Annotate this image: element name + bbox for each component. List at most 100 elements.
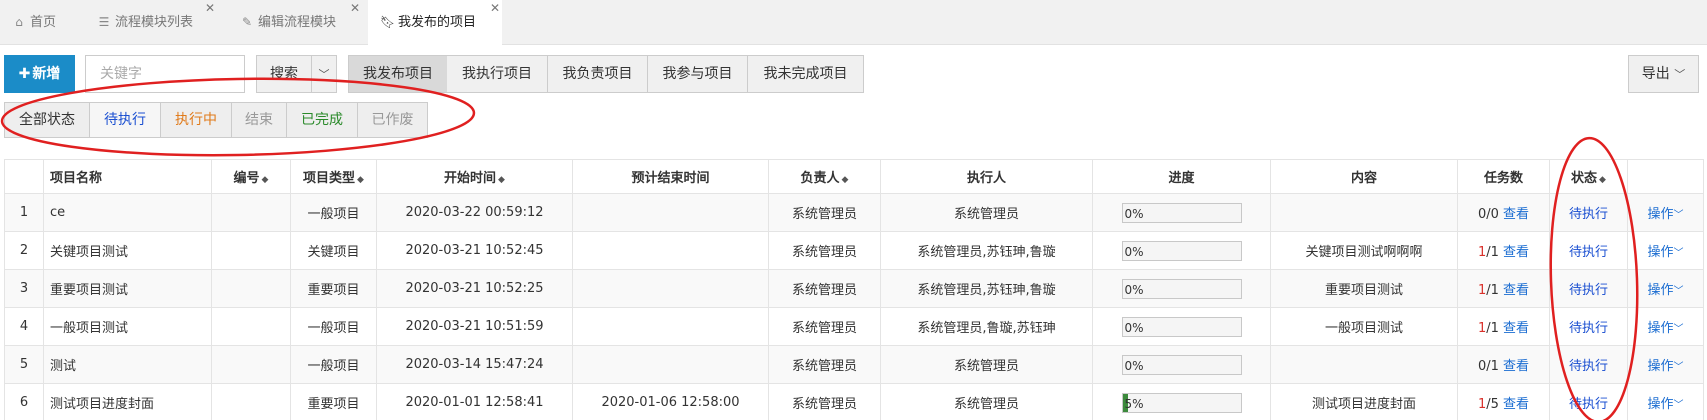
tab-home[interactable]: ⌂ 首页 xyxy=(0,0,85,45)
view-link[interactable]: 查看 xyxy=(1503,359,1529,374)
view-link[interactable]: 查看 xyxy=(1503,321,1529,336)
progress-text: 0% xyxy=(1124,358,1144,373)
actions-dropdown[interactable]: 操作﹀ xyxy=(1647,245,1683,260)
column-header-content: 内容 xyxy=(1270,159,1458,194)
tasks-done: 0 xyxy=(1477,359,1487,374)
start-time: 2020-03-21 10:52:45 xyxy=(376,231,573,270)
scope-my-responsible[interactable]: 我负责项目 xyxy=(548,55,648,93)
status-badge[interactable]: 待执行 xyxy=(1569,397,1608,412)
status-badge[interactable]: 待执行 xyxy=(1569,359,1608,374)
start-time: 2020-03-14 15:47:24 xyxy=(376,345,573,384)
tab-my-published-projects[interactable]: 🔖︎ 我发布的项目 ✕ xyxy=(368,0,502,46)
column-header-type[interactable]: 项目类型 ◆ xyxy=(290,159,377,194)
view-link[interactable]: 查看 xyxy=(1503,283,1529,298)
chevron-down-icon: ﹀ xyxy=(1673,210,1684,221)
owner: 系统管理员 xyxy=(768,269,881,308)
status-badge[interactable]: 待执行 xyxy=(1569,283,1608,298)
project-type: 一般项目 xyxy=(290,307,377,346)
progress-cell: 5% xyxy=(1092,383,1271,420)
home-icon: ⌂ xyxy=(15,15,23,29)
start-time: 2020-01-01 12:58:41 xyxy=(376,383,573,420)
content: 测试项目进度封面 xyxy=(1270,383,1458,420)
status-badge[interactable]: 待执行 xyxy=(1569,207,1608,222)
project-code xyxy=(211,307,291,346)
tasks-total: /1 xyxy=(1486,359,1499,374)
export-button[interactable]: 导出 ﹀ xyxy=(1628,55,1699,93)
scope-my-executed[interactable]: 我执行项目 xyxy=(447,55,548,93)
table-row[interactable]: 5 测试 一般项目 2020-03-14 15:47:24 系统管理员 系统管理员 0% 0/… xyxy=(4,345,1704,384)
filter-in-progress[interactable]: 执行中 xyxy=(161,102,232,138)
search-input[interactable]: 关键字 xyxy=(85,55,245,93)
table-row[interactable]: 6 测试项目进度封面 重要项目 2020-01-01 12:58:41 2020-01-… xyxy=(4,383,1704,420)
column-header-code[interactable]: 编号 ◆ xyxy=(211,159,291,194)
status-badge[interactable]: 待执行 xyxy=(1569,245,1608,260)
chevron-down-icon: ﹀ xyxy=(1674,68,1686,81)
table-row[interactable]: 4 一般项目测试 一般项目 2020-03-21 10:51:59 系统管理员 系统管理员… xyxy=(4,307,1704,346)
filter-voided[interactable]: 已作废 xyxy=(358,102,428,138)
actions-dropdown[interactable]: 操作﹀ xyxy=(1647,321,1683,336)
start-time: 2020-03-22 00:59:12 xyxy=(376,193,573,232)
filter-pending[interactable]: 待执行 xyxy=(90,102,161,138)
view-link[interactable]: 查看 xyxy=(1503,397,1529,412)
project-type: 重要项目 xyxy=(290,269,377,308)
tasks-done: 1 xyxy=(1477,397,1487,412)
view-link[interactable]: 查看 xyxy=(1503,245,1529,260)
filter-all-status[interactable]: 全部状态 xyxy=(4,102,90,138)
status-cell: 待执行 xyxy=(1549,345,1628,384)
search-dropdown-button[interactable]: ﹀ xyxy=(311,55,337,93)
scope-my-participated[interactable]: 我参与项目 xyxy=(648,55,748,93)
project-table: 项目名称 编号 ◆ 项目类型 ◆ 开始时间 ◆ 预计结束时间 负责人 ◆ 执行人 进度 … xyxy=(4,159,1704,420)
scope-my-published[interactable]: 我发布项目 xyxy=(348,55,448,93)
close-icon[interactable]: ✕ xyxy=(350,0,360,31)
row-index: 2 xyxy=(4,231,44,270)
table-header-row: 项目名称 编号 ◆ 项目类型 ◆ 开始时间 ◆ 预计结束时间 负责人 ◆ 执行人 进度 … xyxy=(4,159,1704,194)
actions-dropdown[interactable]: 操作﹀ xyxy=(1647,283,1683,298)
progress-bar: 0% xyxy=(1121,240,1242,261)
table-row[interactable]: 1 ce 一般项目 2020-03-22 00:59:12 系统管理员 系统管理员 0% 0/… xyxy=(4,193,1704,232)
end-time xyxy=(572,231,769,270)
project-name: 重要项目测试 xyxy=(43,269,212,308)
column-header-start-time[interactable]: 开始时间 ◆ xyxy=(376,159,573,194)
tab-flow-module-list[interactable]: ☰ 流程模块列表 ✕ xyxy=(85,0,217,45)
status-badge[interactable]: 待执行 xyxy=(1569,321,1608,336)
column-header-index xyxy=(4,159,44,194)
close-icon[interactable]: ✕ xyxy=(490,0,500,31)
chevron-down-icon: ﹀ xyxy=(1673,248,1684,259)
chevron-down-icon: ﹀ xyxy=(1673,324,1684,335)
task-count: 1/5 查看 xyxy=(1457,383,1550,420)
list-icon: ☰ xyxy=(98,15,110,29)
actions-cell: 操作﹀ xyxy=(1627,269,1704,308)
table-row[interactable]: 2 关键项目测试 关键项目 2020-03-21 10:52:45 系统管理员 系统管理员… xyxy=(4,231,1704,270)
search-button[interactable]: 搜索 xyxy=(256,55,312,93)
row-index: 5 xyxy=(4,345,44,384)
actions-dropdown[interactable]: 操作﹀ xyxy=(1647,207,1683,222)
owner: 系统管理员 xyxy=(768,231,881,270)
progress-cell: 0% xyxy=(1092,345,1271,384)
project-code xyxy=(211,269,291,308)
view-link[interactable]: 查看 xyxy=(1503,207,1529,222)
filter-completed[interactable]: 已完成 xyxy=(287,102,358,138)
owner: 系统管理员 xyxy=(768,193,881,232)
start-time: 2020-03-21 10:52:25 xyxy=(376,269,573,308)
actions-cell: 操作﹀ xyxy=(1627,307,1704,346)
table-row[interactable]: 3 重要项目测试 重要项目 2020-03-21 10:52:25 系统管理员 系统管理员… xyxy=(4,269,1704,308)
column-header-status[interactable]: 状态 ◆ xyxy=(1549,159,1628,194)
column-header-owner[interactable]: 负责人 ◆ xyxy=(768,159,881,194)
add-button[interactable]: ✚ 新增 xyxy=(4,55,75,93)
tab-label: 首页 xyxy=(30,15,57,30)
actions-dropdown[interactable]: 操作﹀ xyxy=(1647,359,1683,374)
actions-cell: 操作﹀ xyxy=(1627,345,1704,384)
content xyxy=(1270,193,1458,232)
executors: 系统管理员,苏钰珅,鲁璇 xyxy=(880,231,1093,270)
content: 关键项目测试啊啊啊 xyxy=(1270,231,1458,270)
close-icon[interactable]: ✕ xyxy=(205,0,215,31)
filter-ended[interactable]: 结束 xyxy=(232,102,287,138)
executors: 系统管理员 xyxy=(880,193,1093,232)
tab-edit-flow-module[interactable]: ✎ 编辑流程模块 ✕ xyxy=(228,0,362,45)
sort-icon: ◆ xyxy=(841,175,849,185)
actions-dropdown[interactable]: 操作﹀ xyxy=(1647,397,1683,412)
scope-my-unfinished[interactable]: 我未完成项目 xyxy=(748,55,864,93)
progress-text: 0% xyxy=(1124,282,1144,297)
progress-bar: 0% xyxy=(1121,316,1242,337)
sort-icon: ◆ xyxy=(498,175,505,185)
